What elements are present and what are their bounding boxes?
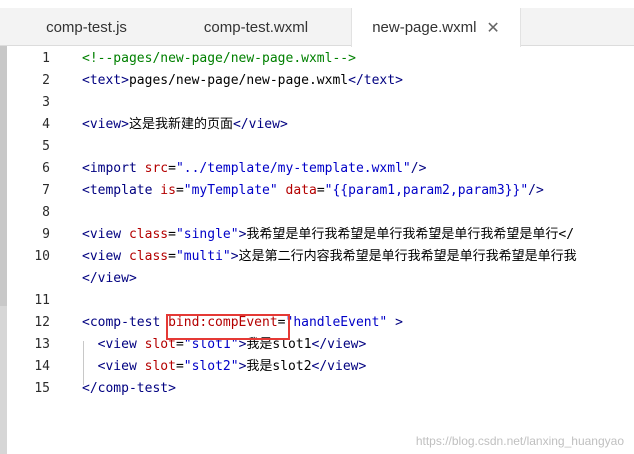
line-number: 9 bbox=[42, 227, 50, 242]
editor-tab-bar: comp-test.js comp-test.wxml new-page.wxm… bbox=[0, 8, 634, 47]
code-token: </comp-test> bbox=[82, 381, 176, 396]
tab-comp-test-js[interactable]: comp-test.js bbox=[0, 8, 161, 46]
top-strip bbox=[0, 0, 634, 8]
indent-guide bbox=[83, 341, 84, 385]
code-token: "handleEvent" bbox=[285, 315, 388, 330]
code-token: is bbox=[160, 183, 176, 198]
line-number: 5 bbox=[42, 139, 50, 154]
line-number: 13 bbox=[34, 337, 50, 352]
watermark: https://blog.csdn.net/lanxing_huangyao bbox=[415, 434, 624, 448]
line-number: 3 bbox=[42, 95, 50, 110]
code-token: class bbox=[128, 227, 169, 242]
code-line[interactable]: 5 bbox=[0, 136, 634, 158]
code-token: = bbox=[316, 183, 325, 198]
code-line[interactable]: 7 <template is="myTemplate" data="{{param… bbox=[0, 180, 634, 202]
code-token: = bbox=[175, 359, 184, 374]
highlight-box bbox=[166, 314, 290, 340]
line-number: 1 bbox=[42, 51, 50, 66]
code-text: <view slot="slot2">我是slot2</view> bbox=[82, 356, 367, 378]
code-token: = bbox=[168, 249, 176, 264]
line-number: 15 bbox=[34, 381, 50, 396]
code-token: "../template/my-template.wxml" bbox=[175, 161, 411, 176]
code-line[interactable]: 3 bbox=[0, 92, 634, 114]
line-number: 12 bbox=[34, 315, 50, 330]
code-token: </view> bbox=[311, 337, 367, 352]
code-token: "single" bbox=[175, 227, 239, 242]
code-line[interactable]: 15 </comp-test> bbox=[0, 378, 634, 400]
code-token: <import bbox=[82, 161, 145, 176]
code-line[interactable]: 9 <view class="single">我希望是单行我希望是单行我希望是单行… bbox=[0, 224, 634, 246]
code-token: <view bbox=[82, 227, 129, 242]
code-token: <view bbox=[82, 249, 129, 264]
line-number: 11 bbox=[34, 293, 50, 308]
code-text: <view class="single">我希望是单行我希望是单行我希望是单行我… bbox=[82, 224, 574, 246]
code-token: </view> bbox=[311, 359, 367, 374]
code-line[interactable]: 10 <view class="multi">这是第二行内容我希望是单行我希望是单… bbox=[0, 246, 634, 268]
code-text: <import src="../template/my-template.wxm… bbox=[82, 158, 426, 180]
line-number: 8 bbox=[42, 205, 50, 220]
line-number: 2 bbox=[42, 73, 50, 88]
code-line[interactable]: 12 <comp-test bind:compEvent="handleEvent… bbox=[0, 312, 634, 334]
code-token: class bbox=[128, 249, 169, 264]
tab-label: new-page.wxml bbox=[372, 19, 477, 36]
tab-label: comp-test.wxml bbox=[203, 18, 309, 36]
code-text: <!--pages/new-page/new-page.wxml--> bbox=[82, 48, 356, 70]
code-token: /> bbox=[528, 183, 544, 198]
code-token: <view bbox=[82, 337, 145, 352]
code-token: "multi" bbox=[175, 249, 231, 264]
close-icon[interactable]: ✕ bbox=[486, 18, 499, 38]
code-text: <template is="myTemplate" data="{{param1… bbox=[82, 180, 544, 202]
code-token: 这是我新建的页面 bbox=[128, 117, 233, 132]
line-number: 4 bbox=[42, 117, 50, 132]
code-line[interactable]: 6 <import src="../template/my-template.wx… bbox=[0, 158, 634, 180]
code-text: </view> bbox=[82, 268, 137, 290]
code-token: <!--pages/new-page/new-page.wxml--> bbox=[82, 51, 356, 66]
code-token: src bbox=[144, 161, 169, 176]
code-line[interactable]: 11 bbox=[0, 290, 634, 312]
line-number: 14 bbox=[34, 359, 50, 374]
code-token: </text> bbox=[348, 73, 403, 88]
code-token: 我希望是单行我希望是单行我希望是单行我希望是单行</ bbox=[246, 227, 575, 242]
code-token: <text> bbox=[82, 73, 129, 88]
line-number: 6 bbox=[42, 161, 50, 176]
line-number: 10 bbox=[34, 249, 50, 264]
code-line[interactable]: 8 bbox=[0, 202, 634, 224]
code-token: > bbox=[230, 249, 239, 264]
code-text: <text>pages/new-page/new-page.wxml</text… bbox=[82, 70, 403, 92]
code-token: <comp-test bbox=[82, 315, 169, 330]
code-token: "myTemplate" bbox=[183, 183, 278, 198]
code-token: 我是slot2 bbox=[246, 359, 312, 374]
code-line[interactable]: 4 <view>这是我新建的页面</view> bbox=[0, 114, 634, 136]
code-token: </view> bbox=[232, 117, 288, 132]
code-token: = bbox=[168, 227, 176, 242]
code-token: slot bbox=[144, 359, 176, 374]
code-token: > bbox=[387, 315, 403, 330]
code-token: </view> bbox=[82, 271, 137, 286]
code-editor[interactable]: 1 <!--pages/new-page/new-page.wxml--> 2 <te… bbox=[0, 46, 634, 454]
code-token: <view bbox=[82, 359, 145, 374]
tab-new-page-wxml[interactable]: new-page.wxml ✕ bbox=[351, 8, 521, 47]
code-text: <view class="multi">这是第二行内容我希望是单行我希望是单行我… bbox=[82, 246, 577, 268]
code-text: <view>这是我新建的页面</view> bbox=[82, 114, 288, 136]
code-text: </comp-test> bbox=[82, 378, 176, 400]
line-number: 7 bbox=[42, 183, 50, 198]
code-line[interactable]: </view> bbox=[0, 268, 634, 290]
code-token: 这是第二行内容我希望是单行我希望是单行我希望是单行我 bbox=[238, 249, 577, 264]
code-token: <view> bbox=[82, 117, 129, 132]
code-token: /> bbox=[410, 161, 427, 176]
code-token: = bbox=[175, 183, 184, 198]
code-line[interactable]: 1 <!--pages/new-page/new-page.wxml--> bbox=[0, 48, 634, 70]
code-line[interactable]: 13 <view slot="slot1">我是slot1</view> bbox=[0, 334, 634, 356]
code-token: "slot2" bbox=[183, 359, 239, 374]
code-line[interactable]: 2 <text>pages/new-page/new-page.wxml</tex… bbox=[0, 70, 634, 92]
tab-label: comp-test.js bbox=[46, 18, 127, 36]
code-token: = bbox=[168, 161, 176, 176]
code-token: "{{param1,param2,param3}}" bbox=[324, 183, 529, 198]
code-token: pages/new-page/new-page.wxml bbox=[128, 73, 349, 88]
tab-comp-test-wxml[interactable]: comp-test.wxml bbox=[161, 8, 351, 46]
code-line[interactable]: 14 <view slot="slot2">我是slot2</view> bbox=[0, 356, 634, 378]
code-token: <template bbox=[82, 183, 161, 198]
code-token: data bbox=[285, 183, 317, 198]
